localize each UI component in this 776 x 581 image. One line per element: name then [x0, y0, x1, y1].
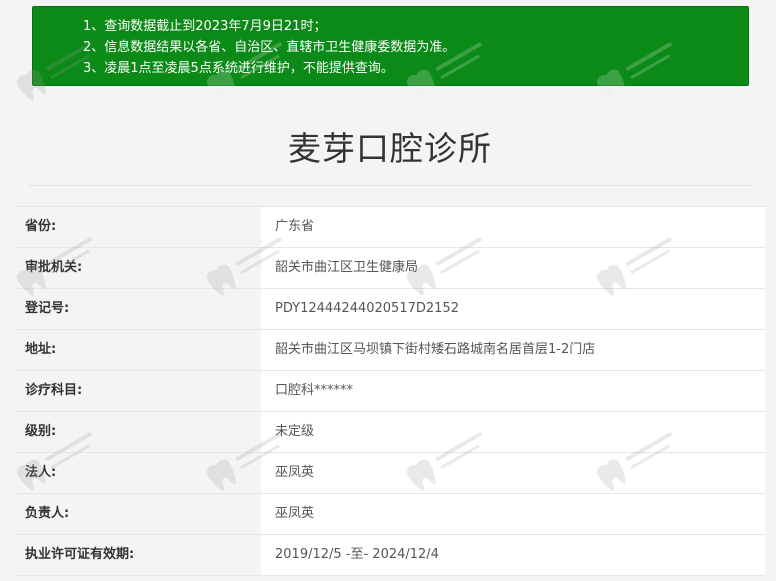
table-row: 法人: 巫凤英 — [16, 453, 765, 494]
field-label: 审批机关: — [16, 248, 261, 288]
field-value: 2019/12/5 -至- 2024/12/4 — [261, 535, 765, 575]
table-row: 级别: 未定级 — [16, 412, 765, 453]
info-table: 省份: 广东省 审批机关: 韶关市曲江区卫生健康局 登记号: PDY124442… — [16, 206, 765, 576]
notice-line-3: 3、凌晨1点至凌晨5点系统进行维护，不能提供查询。 — [83, 61, 394, 76]
field-label: 省份: — [16, 207, 261, 247]
field-label: 诊疗科目: — [16, 371, 261, 411]
field-label: 执业许可证有效期: — [16, 535, 261, 575]
field-value: 口腔科****** — [261, 371, 765, 411]
page-title-area: 麦芽口腔诊所 — [28, 112, 752, 186]
table-row: 执业许可证有效期: 2019/12/5 -至- 2024/12/4 — [16, 535, 765, 576]
field-value: PDY12444244020517D2152 — [261, 289, 765, 329]
field-value: 韶关市曲江区马坝镇下街村矮石路城南名居首层1-2门店 — [261, 330, 765, 370]
notice-line-2: 2、信息数据结果以各省、自治区、直辖市卫生健康委数据为准。 — [83, 40, 456, 55]
notice-line-1: 1、查询数据截止到2023年7月9日21时； — [83, 19, 327, 34]
page-title: 麦芽口腔诊所 — [288, 129, 492, 168]
table-row: 地址: 韶关市曲江区马坝镇下街村矮石路城南名居首层1-2门店 — [16, 330, 765, 371]
field-value: 巫凤英 — [261, 453, 765, 493]
notice-banner: 1、查询数据截止到2023年7月9日21时； 2、信息数据结果以各省、自治区、直… — [32, 6, 749, 86]
table-row: 负责人: 巫凤英 — [16, 494, 765, 535]
table-row: 登记号: PDY12444244020517D2152 — [16, 289, 765, 330]
field-label: 负责人: — [16, 494, 261, 534]
field-label: 法人: — [16, 453, 261, 493]
field-value: 韶关市曲江区卫生健康局 — [261, 248, 765, 288]
field-label: 级别: — [16, 412, 261, 452]
field-value: 巫凤英 — [261, 494, 765, 534]
field-label: 地址: — [16, 330, 261, 370]
table-row: 审批机关: 韶关市曲江区卫生健康局 — [16, 248, 765, 289]
field-label: 登记号: — [16, 289, 261, 329]
field-value: 未定级 — [261, 412, 765, 452]
field-value: 广东省 — [261, 207, 765, 247]
table-row: 诊疗科目: 口腔科****** — [16, 371, 765, 412]
table-row: 省份: 广东省 — [16, 207, 765, 248]
